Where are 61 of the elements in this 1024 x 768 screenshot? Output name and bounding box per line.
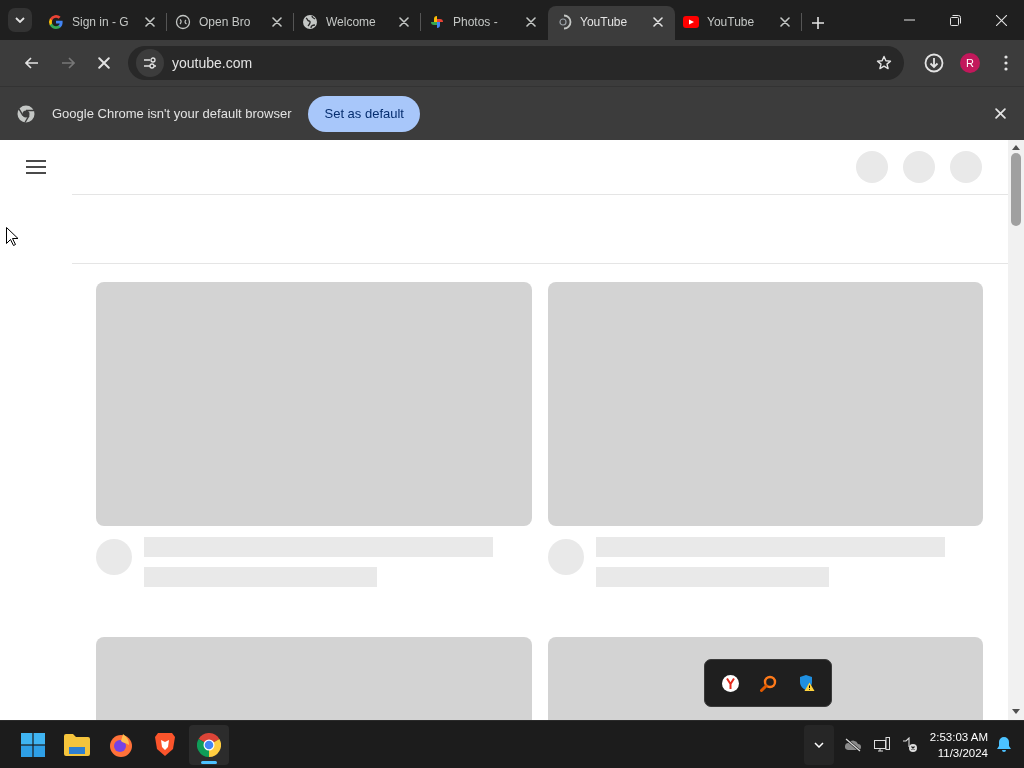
scroll-thumb[interactable]	[1011, 153, 1021, 226]
star-icon[interactable]	[876, 55, 892, 71]
scrollbar[interactable]	[1008, 140, 1024, 720]
tricolor-circle-icon	[197, 732, 221, 757]
bell-icon[interactable]	[996, 736, 1012, 753]
profile-avatar[interactable]: R	[960, 53, 980, 73]
clock-time[interactable]: 2:53:03 AM	[929, 728, 988, 745]
close-icon[interactable]	[653, 17, 663, 27]
outline-circle-icon	[175, 14, 191, 30]
close-icon[interactable]	[780, 17, 790, 27]
close-icon[interactable]	[995, 108, 1006, 119]
browser-tab[interactable]: Welcome	[294, 6, 421, 40]
lion-shield-icon	[154, 732, 176, 757]
menu-icon[interactable]	[26, 160, 46, 174]
browser-tab[interactable]: Sign in - G	[40, 6, 167, 40]
folder-icon	[64, 733, 90, 756]
circle-logo-icon[interactable]	[721, 674, 739, 692]
magnifier-icon[interactable]	[759, 674, 777, 692]
mouse-pointer-icon	[6, 227, 18, 246]
plus-icon[interactable]	[812, 17, 824, 29]
sliders-icon	[143, 57, 157, 69]
close-icon[interactable]	[526, 17, 536, 27]
tab-list-button[interactable]	[8, 8, 32, 32]
chrome-outline-icon	[16, 103, 36, 124]
scroll-up-icon[interactable]	[1012, 145, 1020, 150]
site-settings-button[interactable]	[136, 49, 164, 77]
speaker-muted-icon[interactable]	[901, 736, 918, 753]
scroll-down-icon[interactable]	[1012, 709, 1020, 714]
clock-date[interactable]: 11/3/2024	[937, 744, 988, 761]
fox-circle-icon	[109, 732, 133, 757]
back-arrow-icon[interactable]	[25, 57, 39, 69]
download-icon[interactable]	[924, 53, 944, 73]
browser-tab[interactable]: YouTube	[548, 6, 675, 40]
set-default-button[interactable]: Set as default	[308, 95, 420, 132]
close-icon[interactable]	[272, 17, 282, 27]
multicolor-g-icon	[48, 14, 64, 30]
play-icon	[683, 16, 699, 28]
chevron-down-icon	[813, 741, 824, 748]
shield-warning-icon[interactable]	[797, 674, 815, 692]
more-menu-icon[interactable]	[1004, 55, 1008, 71]
close-icon[interactable]	[145, 17, 155, 27]
browser-tab[interactable]: YouTube	[675, 6, 802, 40]
forward-arrow-icon[interactable]	[61, 57, 75, 69]
browser-tab[interactable]: Open Bro	[167, 6, 294, 40]
cloud-off-icon[interactable]	[843, 737, 862, 752]
browser-tab[interactable]: Photos -	[421, 6, 548, 40]
infobar-message: Google Chrome isn't your default browser	[52, 106, 292, 121]
stop-icon[interactable]	[98, 57, 110, 69]
restore-icon[interactable]	[949, 14, 961, 26]
monitor-icon[interactable]	[873, 736, 890, 753]
pinwheel-icon	[429, 14, 445, 30]
close-icon[interactable]	[399, 17, 409, 27]
globe-icon	[302, 14, 318, 30]
url-text: youtube.com	[172, 55, 254, 71]
minimize-icon[interactable]	[903, 19, 915, 21]
chevron-down-icon	[15, 17, 25, 23]
taskbar-app[interactable]	[189, 724, 229, 765]
address-bar[interactable]: youtube.com	[128, 46, 904, 80]
four-squares-icon	[21, 732, 45, 757]
loading-spinner-icon	[556, 14, 572, 30]
close-icon[interactable]	[995, 14, 1007, 26]
